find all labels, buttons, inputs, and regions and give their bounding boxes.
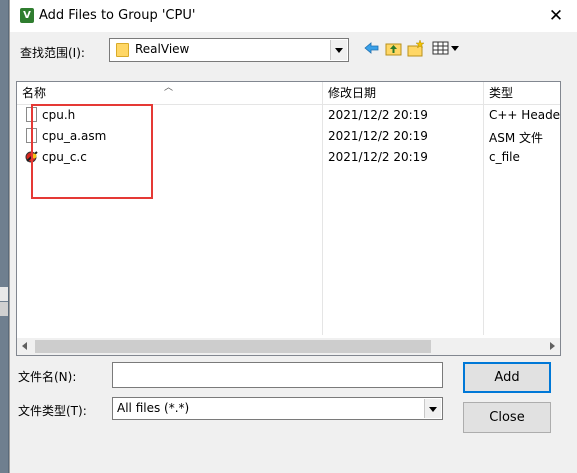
file-type: C++ Heade	[489, 108, 561, 122]
dialog-title: Add Files to Group 'CPU'	[39, 8, 196, 23]
new-folder-button[interactable]	[406, 39, 426, 57]
file-type: ASM 文件	[489, 131, 543, 145]
background-window-fragment	[0, 287, 8, 301]
keil-app-icon: V	[20, 8, 34, 23]
file-list[interactable]: ︿ 名称 修改日期 类型 cpu.h 2021/12/2 20:19 C++ H…	[16, 81, 561, 356]
look-in-label: 查找范围(I):	[20, 46, 85, 60]
new-folder-icon	[407, 39, 425, 57]
add-files-dialog: V Add Files to Group 'CPU' ✕ 查找范围(I): Re…	[9, 0, 577, 473]
scroll-right-icon[interactable]	[550, 342, 555, 350]
filename-input[interactable]	[112, 362, 443, 388]
column-header-type[interactable]: 类型	[484, 82, 560, 104]
scroll-left-icon[interactable]	[22, 342, 27, 350]
highlight-annotation-box	[31, 104, 153, 199]
look-in-value: RealView	[135, 42, 190, 56]
file-date: 2021/12/2 20:19	[328, 108, 428, 122]
view-menu-button[interactable]	[431, 39, 461, 57]
close-window-button[interactable]: ✕	[546, 6, 566, 26]
folder-icon	[116, 43, 129, 57]
filetype-value: All files (*.*)	[117, 401, 190, 415]
filetype-select[interactable]: All files (*.*)	[112, 397, 443, 420]
column-header-name[interactable]: 名称	[17, 82, 322, 104]
background-window-edge	[0, 0, 8, 473]
look-in-combo[interactable]: RealView	[109, 38, 349, 62]
filename-label: 文件名(N):	[18, 370, 77, 384]
view-grid-icon	[432, 41, 459, 55]
add-button[interactable]: Add	[463, 362, 551, 393]
file-date: 2021/12/2 20:19	[328, 150, 428, 164]
scrollbar-thumb[interactable]	[35, 340, 431, 353]
back-button[interactable]	[362, 39, 382, 57]
title-bar: V Add Files to Group 'CPU' ✕	[10, 0, 577, 32]
file-date: 2021/12/2 20:19	[328, 129, 428, 143]
chevron-down-icon[interactable]	[330, 40, 347, 60]
background-window-fragment	[0, 302, 8, 316]
list-header: ︿ 名称 修改日期 类型	[17, 82, 560, 105]
up-folder-button[interactable]	[384, 39, 404, 57]
back-arrow-icon	[364, 42, 379, 54]
up-folder-icon	[385, 43, 402, 56]
horizontal-scrollbar[interactable]	[17, 338, 560, 355]
filetype-label: 文件类型(T):	[18, 404, 87, 418]
column-header-date[interactable]: 修改日期	[323, 82, 483, 104]
chevron-down-icon[interactable]	[424, 399, 441, 418]
file-type: c_file	[489, 150, 520, 164]
close-button[interactable]: Close	[463, 402, 551, 433]
